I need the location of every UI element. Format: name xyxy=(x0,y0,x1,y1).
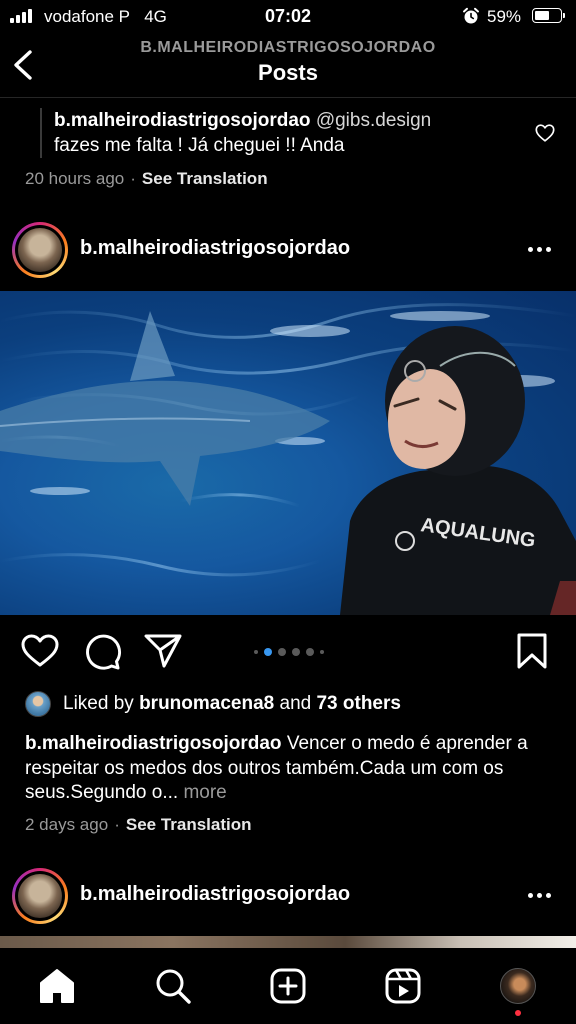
post-header: b.malheirodiastrigosojordao xyxy=(0,220,576,280)
post-actions xyxy=(0,631,576,675)
nav-header: B.MALHEIRODIASTRIGOSOJORDAO Posts xyxy=(0,34,576,94)
post-caption: b.malheirodiastrigosojordao Vencer o med… xyxy=(25,732,545,806)
home-icon[interactable] xyxy=(37,966,77,1006)
liker-username[interactable]: brunomacena8 xyxy=(139,693,274,715)
meta-separator: · xyxy=(130,169,136,188)
likes-others[interactable]: 73 others xyxy=(316,693,400,715)
notification-dot xyxy=(515,1010,521,1016)
see-translation-link[interactable]: See Translation xyxy=(142,169,268,188)
heart-outline-icon[interactable] xyxy=(20,631,60,671)
carousel-dot xyxy=(264,648,272,656)
carousel-dot xyxy=(320,650,324,654)
post-header: b.malheirodiastrigosojordao xyxy=(0,866,576,926)
carousel-dot xyxy=(292,648,300,656)
ellipsis-icon[interactable] xyxy=(528,247,551,252)
post-image[interactable]: AQUALUNG xyxy=(0,291,576,615)
liker-avatar xyxy=(25,691,51,717)
status-bar: vodafone P 4G 07:02 59% xyxy=(0,0,576,34)
ellipsis-icon[interactable] xyxy=(528,893,551,898)
plus-square-icon[interactable] xyxy=(268,966,308,1006)
comment: b.malheirodiastrigosojordao @gibs.design… xyxy=(40,108,530,158)
comment-mention[interactable]: @gibs.design xyxy=(316,110,431,131)
comment-text: fazes me falta ! Já cheguei !! Anda xyxy=(54,135,345,156)
reels-icon[interactable] xyxy=(383,966,423,1006)
battery-icon xyxy=(532,8,565,23)
heart-outline-icon[interactable] xyxy=(534,122,556,144)
paper-plane-icon[interactable] xyxy=(143,631,183,671)
caption-more-link[interactable]: more xyxy=(183,782,226,803)
bottom-tab-bar xyxy=(0,948,576,1024)
signal-strength-icon xyxy=(10,9,32,23)
see-translation-link[interactable]: See Translation xyxy=(126,815,252,834)
post-timestamp: 2 days ago xyxy=(25,815,109,834)
network-type: 4G xyxy=(144,7,167,26)
post-username[interactable]: b.malheirodiastrigosojordao xyxy=(80,237,350,260)
carousel-indicator xyxy=(254,648,324,656)
likes-summary[interactable]: Liked by brunomacena8 and 73 others xyxy=(25,690,401,718)
post-meta: 2 days ago · See Translation xyxy=(25,815,252,835)
carousel-dot xyxy=(278,648,286,656)
caption-username[interactable]: b.malheirodiastrigosojordao xyxy=(25,733,282,754)
bookmark-outline-icon[interactable] xyxy=(512,631,552,671)
likes-prefix: Liked by xyxy=(63,693,134,714)
battery-percent: 59% xyxy=(487,7,522,26)
search-icon[interactable] xyxy=(153,966,193,1006)
alarm-clock-icon xyxy=(463,7,479,24)
carousel-dot xyxy=(254,650,258,654)
battery-level-fill xyxy=(535,11,550,20)
comment-meta: 20 hours ago · See Translation xyxy=(25,169,268,189)
carrier-name: vodafone P xyxy=(44,7,131,26)
profile-username-subtitle: B.MALHEIRODIASTRIGOSOJORDAO xyxy=(140,39,436,56)
comment-bubble-icon[interactable] xyxy=(82,631,122,671)
carousel-dot xyxy=(306,648,314,656)
meta-separator: · xyxy=(114,815,120,834)
comment-timestamp: 20 hours ago xyxy=(25,169,125,188)
profile-avatar[interactable] xyxy=(500,968,536,1004)
post-image[interactable] xyxy=(0,936,576,948)
page-title: Posts xyxy=(258,60,318,85)
avatar[interactable] xyxy=(12,222,68,278)
comment-username[interactable]: b.malheirodiastrigosojordao xyxy=(54,110,311,131)
likes-conjunction: and xyxy=(279,693,312,714)
header-divider xyxy=(0,97,576,98)
avatar[interactable] xyxy=(12,868,68,924)
diver-photo: AQUALUNG xyxy=(0,303,576,615)
post-username[interactable]: b.malheirodiastrigosojordao xyxy=(80,883,350,906)
